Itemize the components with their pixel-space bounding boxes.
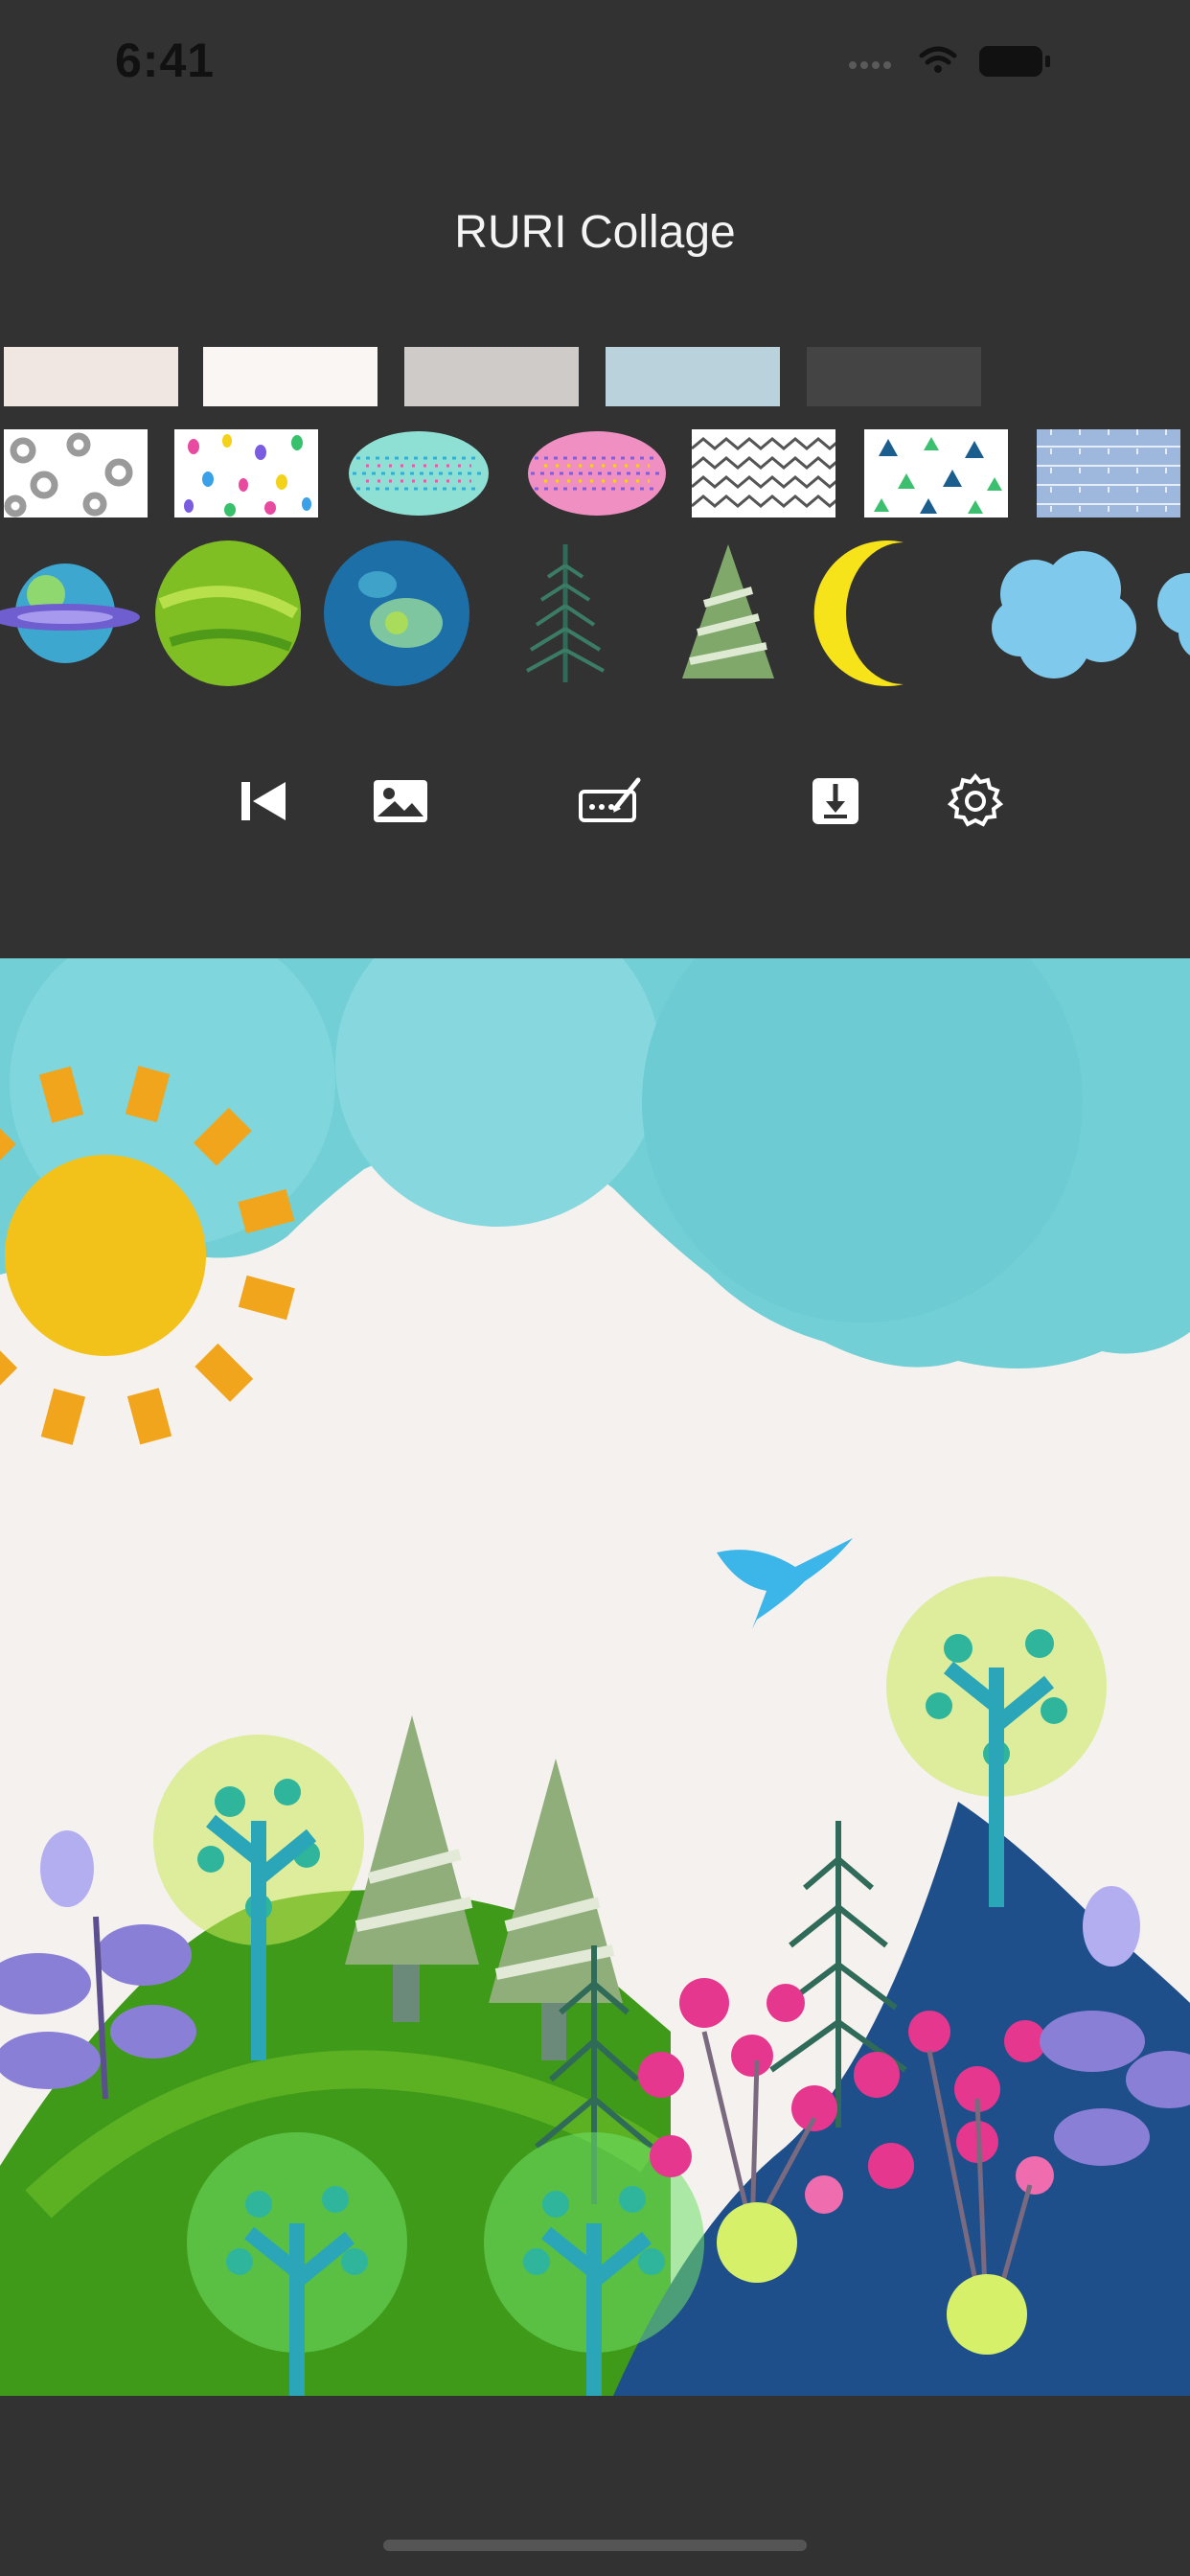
signature-icon — [579, 777, 641, 822]
skip-back-icon — [241, 782, 286, 820]
toolbar — [0, 767, 1190, 836]
lime-bulb-right — [947, 2274, 1027, 2355]
status-bar: 6:41 — [0, 0, 1190, 134]
status-indicators — [845, 42, 1133, 80]
skip-back-button[interactable] — [230, 767, 299, 836]
collage-artwork — [0, 958, 1190, 2396]
pattern-palette-row — [0, 429, 1190, 518]
pattern-triangles[interactable] — [864, 429, 1008, 518]
settings-button[interactable] — [941, 767, 1010, 836]
pine-tree-sticker[interactable] — [489, 537, 642, 690]
sticker-palette-row — [0, 537, 1190, 690]
pattern-zigzag[interactable] — [692, 429, 835, 518]
pattern-color-dots[interactable] — [174, 429, 318, 518]
bird — [717, 1538, 853, 1629]
home-indicator — [383, 2540, 807, 2551]
green-circle-sticker[interactable] — [151, 537, 305, 690]
pattern-pink-blob[interactable] — [525, 429, 669, 518]
app-title: RURI Collage — [454, 207, 736, 258]
image-button[interactable] — [366, 767, 435, 836]
paper-palette-row — [0, 347, 1190, 406]
paper-swatch-white[interactable] — [203, 347, 378, 406]
signature-button[interactable] — [577, 767, 646, 836]
download-button[interactable] — [801, 767, 870, 836]
green-tree-sticker[interactable] — [652, 537, 805, 690]
status-time: 6:41 — [115, 34, 216, 87]
planet-sticker[interactable] — [0, 537, 142, 690]
earth-circle-sticker[interactable] — [320, 537, 473, 690]
lime-bulb-left — [717, 2202, 797, 2283]
pattern-blue-stripes[interactable] — [1037, 429, 1180, 518]
gear-icon — [947, 772, 1004, 827]
paper-swatch-pink[interactable] — [4, 347, 178, 406]
round-tree-right — [886, 1576, 1107, 1907]
moon-sticker[interactable] — [812, 537, 966, 690]
image-icon — [374, 780, 427, 822]
signal-wifi-battery-icon — [849, 46, 1050, 77]
pattern-aqua-blob[interactable] — [347, 429, 491, 518]
pattern-gray-circles[interactable] — [4, 429, 148, 518]
blue-cloud-sticker[interactable] — [987, 537, 1140, 690]
paper-swatch-dark[interactable] — [807, 347, 981, 406]
blue-cloud-partial-sticker[interactable] — [1150, 537, 1190, 690]
download-icon — [812, 778, 858, 824]
collage-canvas[interactable] — [0, 958, 1190, 2396]
paper-swatch-blue[interactable] — [606, 347, 780, 406]
paper-swatch-gray[interactable] — [404, 347, 579, 406]
